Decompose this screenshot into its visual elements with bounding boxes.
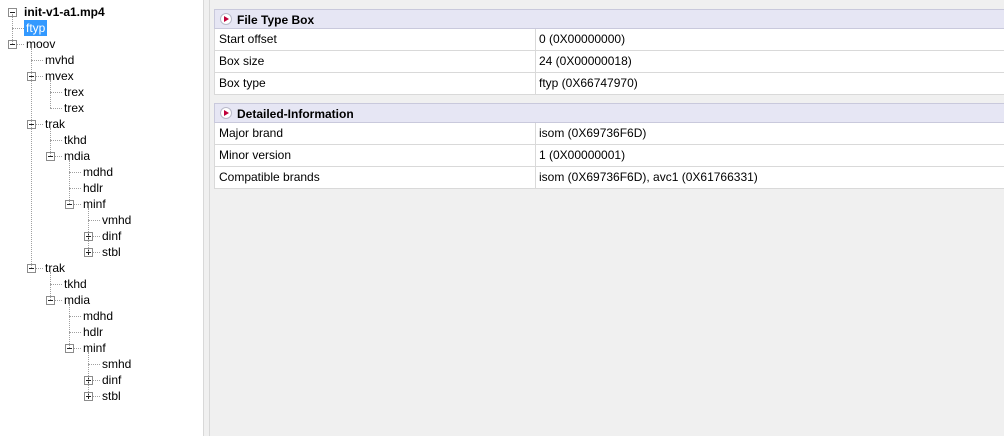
- tree-item[interactable]: mvhd: [0, 52, 200, 68]
- tree-connector: [31, 48, 32, 268]
- tree-item[interactable]: trak: [0, 116, 200, 132]
- expand-arrow-icon[interactable]: [220, 107, 232, 119]
- tree-item-label[interactable]: tkhd: [62, 276, 89, 292]
- tree-item[interactable]: minf: [0, 196, 200, 212]
- property-row[interactable]: Start offset 0 (0X00000000): [214, 29, 1004, 51]
- tree-item[interactable]: smhd: [0, 356, 200, 372]
- tree-item[interactable]: dinf: [0, 372, 200, 388]
- tree-connector: [50, 272, 51, 300]
- tree-item[interactable]: stbl: [0, 244, 200, 260]
- tree-connector: [69, 160, 70, 204]
- property-value: 24 (0X00000018): [539, 54, 632, 68]
- tree-item[interactable]: mvex: [0, 68, 200, 84]
- property-row[interactable]: Major brand isom (0X69736F6D): [214, 123, 1004, 145]
- tree-item-label[interactable]: tkhd: [62, 132, 89, 148]
- tree-item-label[interactable]: smhd: [100, 356, 133, 372]
- tree-connector: [69, 304, 70, 348]
- tree-item-label[interactable]: vmhd: [100, 212, 133, 228]
- tree-item-label[interactable]: trex: [62, 84, 86, 100]
- tree-item[interactable]: trex: [0, 84, 200, 100]
- tree-connector: [12, 14, 13, 44]
- tree-item-label[interactable]: moov: [24, 36, 57, 52]
- tree-item-label[interactable]: hdlr: [81, 324, 105, 340]
- pane-splitter[interactable]: [203, 0, 210, 436]
- tree-item[interactable]: dinf: [0, 228, 200, 244]
- tree-item-label[interactable]: hdlr: [81, 180, 105, 196]
- property-value: isom (0X69736F6D): [539, 126, 647, 140]
- tree-connector: [88, 352, 89, 396]
- tree-item-label[interactable]: mdhd: [81, 164, 115, 180]
- tree-item[interactable]: trak: [0, 260, 200, 276]
- tree-item-label[interactable]: mdia: [62, 292, 92, 308]
- tree-item[interactable]: moov: [0, 36, 200, 52]
- property-value: ftyp (0X66747970): [539, 76, 638, 90]
- tree-item[interactable]: tkhd: [0, 276, 200, 292]
- tree-item[interactable]: mdhd: [0, 164, 200, 180]
- tree-item[interactable]: trex: [0, 100, 200, 116]
- detail-pane: File Type Box Start offset 0 (0X00000000…: [210, 0, 1004, 436]
- tree-item-label[interactable]: stbl: [100, 388, 123, 404]
- property-row[interactable]: Compatible brands isom (0X69736F6D), avc…: [214, 167, 1004, 189]
- section-title: File Type Box: [237, 13, 315, 27]
- tree-item-label[interactable]: minf: [81, 196, 108, 212]
- tree-item[interactable]: hdlr: [0, 180, 200, 196]
- tree-item-label[interactable]: mdia: [62, 148, 92, 164]
- tree-connector: [50, 128, 51, 156]
- section-header-detailed-information[interactable]: Detailed-Information: [214, 103, 1004, 123]
- detailed-information-section: Detailed-Information Major brand isom (0…: [214, 103, 1004, 189]
- tree-connector: [50, 80, 51, 108]
- tree-item-label[interactable]: mvhd: [43, 52, 76, 68]
- property-value: isom (0X69736F6D), avc1 (0X61766331): [539, 170, 758, 184]
- property-row[interactable]: Box type ftyp (0X66747970): [214, 73, 1004, 95]
- tree-item-label[interactable]: stbl: [100, 244, 123, 260]
- property-row[interactable]: Box size 24 (0X00000018): [214, 51, 1004, 73]
- expand-arrow-icon[interactable]: [220, 13, 232, 25]
- property-name: Major brand: [215, 123, 536, 144]
- section-header-file-type-box[interactable]: File Type Box: [214, 9, 1004, 29]
- tree-item[interactable]: mdhd: [0, 308, 200, 324]
- tree-item[interactable]: ftyp: [0, 20, 200, 36]
- property-row[interactable]: Minor version 1 (0X00000001): [214, 145, 1004, 167]
- tree-item-label[interactable]: mvex: [43, 68, 76, 84]
- tree-item-label[interactable]: trex: [62, 100, 86, 116]
- tree-item-label[interactable]: minf: [81, 340, 108, 356]
- property-name: Box type: [215, 73, 536, 94]
- box-tree[interactable]: init-v1-a1.mp4 ftyp moov mvhd mvex trex trex t…: [0, 0, 203, 436]
- tree-item-label[interactable]: trak: [43, 260, 67, 276]
- tree-item[interactable]: mdia: [0, 148, 200, 164]
- tree-item-label[interactable]: mdhd: [81, 308, 115, 324]
- property-name: Box size: [215, 51, 536, 72]
- property-name: Compatible brands: [215, 167, 536, 188]
- tree-root-label[interactable]: init-v1-a1.mp4: [22, 5, 107, 19]
- section-title: Detailed-Information: [237, 107, 354, 121]
- property-value: 0 (0X00000000): [539, 32, 626, 46]
- tree-item[interactable]: mdia: [0, 292, 200, 308]
- tree-connector: [88, 208, 89, 252]
- tree-item[interactable]: hdlr: [0, 324, 200, 340]
- tree-item[interactable]: vmhd: [0, 212, 200, 228]
- tree-item-label[interactable]: dinf: [100, 228, 123, 244]
- property-value: 1 (0X00000001): [539, 148, 626, 162]
- property-name: Start offset: [215, 29, 536, 50]
- tree-item[interactable]: stbl: [0, 388, 200, 404]
- tree-item-label[interactable]: ftyp: [24, 20, 48, 36]
- file-type-box-section: File Type Box Start offset 0 (0X00000000…: [214, 9, 1004, 95]
- tree-item[interactable]: tkhd: [0, 132, 200, 148]
- tree-item[interactable]: minf: [0, 340, 200, 356]
- property-name: Minor version: [215, 145, 536, 166]
- tree-item-label[interactable]: trak: [43, 116, 67, 132]
- tree-item-label[interactable]: dinf: [100, 372, 123, 388]
